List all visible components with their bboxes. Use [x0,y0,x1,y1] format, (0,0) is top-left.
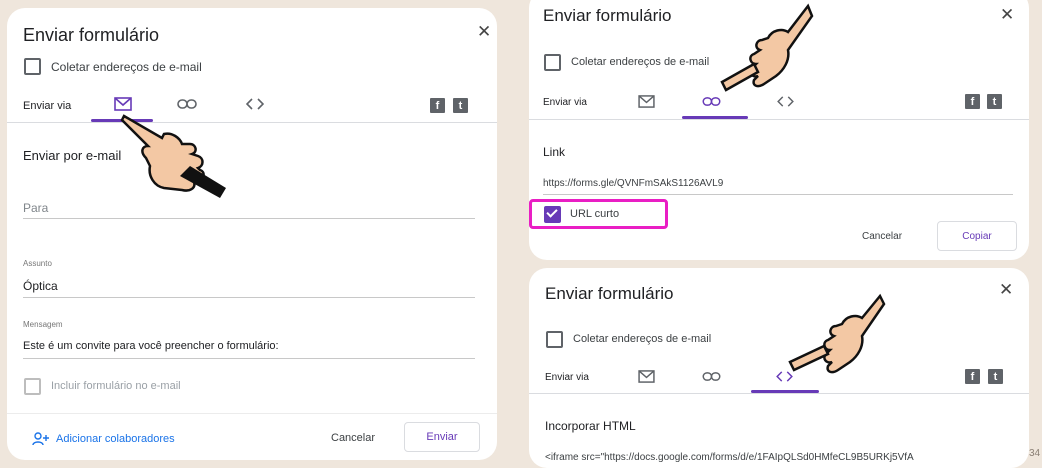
tab-email[interactable] [626,365,666,387]
dialog-title: Enviar formulário [23,25,160,45]
twitter-icon[interactable]: t [987,94,1002,109]
send-form-dialog-email: Enviar formulário ✕ Coletar endereços de… [7,8,497,460]
send-via-label: Enviar via [545,372,589,383]
code-brackets-icon [776,95,794,107]
close-icon[interactable]: ✕ [1000,5,1014,25]
subject-field-underline [23,297,475,298]
subject-field[interactable]: Óptica [23,279,58,293]
footer-divider [7,413,497,414]
collect-emails-checkbox[interactable] [544,54,561,71]
tab-link[interactable] [691,365,731,387]
page-number: 34 [1029,448,1041,459]
link-icon [702,371,720,381]
pointing-hand-icon [120,114,226,198]
close-icon[interactable]: ✕ [477,22,491,42]
facebook-icon[interactable]: f [965,369,980,384]
to-field-underline [23,218,475,219]
copy-button[interactable]: Copiar [937,221,1017,251]
include-form-label: Incluir formulário no e-mail [51,380,181,392]
link-url-field[interactable]: https://forms.gle/QVNFmSAkS1126AVL9 [543,178,723,189]
dialog-title: Enviar formulário [545,284,674,303]
person-add-icon [32,432,49,446]
tabs-divider [529,393,1029,394]
tab-embed[interactable] [235,93,275,115]
short-url-label: URL curto [570,208,620,220]
include-form-checkbox[interactable] [24,378,41,395]
envelope-icon [114,97,132,111]
collect-emails-label: Coletar endereços de e-mail [573,333,712,345]
envelope-icon [637,369,655,383]
message-field[interactable]: Este é um convite para você preencher o … [23,340,279,352]
section-title: Enviar por e-mail [23,148,122,163]
tabs-divider [529,119,1029,120]
send-form-dialog-embed: Enviar formulário ✕ Coletar endereços de… [529,268,1029,468]
collect-emails-label: Coletar endereços de e-mail [571,56,710,68]
short-url-checkbox[interactable] [544,206,561,223]
twitter-icon[interactable]: t [988,369,1003,384]
cancel-button[interactable]: Cancelar [862,231,902,242]
section-title: Link [543,145,566,159]
facebook-icon[interactable]: f [965,94,980,109]
facebook-icon[interactable]: f [430,98,445,113]
pointing-hand-icon [720,3,814,92]
link-icon [177,99,197,109]
collect-emails-checkbox[interactable] [546,331,563,348]
send-via-label: Enviar via [23,100,72,112]
collect-emails-checkbox[interactable] [24,58,41,75]
dialog-title: Enviar formulário [543,6,672,25]
code-brackets-icon [246,98,264,110]
message-field-underline [23,358,475,359]
pointing-hand-icon [788,293,886,374]
link-icon [702,96,720,106]
to-field[interactable]: Para [23,201,48,215]
tabs-divider [7,122,497,123]
collect-emails-label: Coletar endereços de e-mail [51,60,202,74]
add-collaborators-label: Adicionar colaboradores [56,433,175,445]
add-collaborators-button[interactable]: Adicionar colaboradores [32,432,175,446]
close-icon[interactable]: ✕ [999,280,1013,300]
message-label: Mensagem [23,320,63,329]
twitter-icon[interactable]: t [453,98,468,113]
embed-code-field[interactable]: <iframe src="https://docs.google.com/for… [545,452,1011,463]
tab-email[interactable] [626,90,666,112]
envelope-icon [637,94,655,108]
send-button[interactable]: Enviar [404,422,480,452]
link-field-underline [543,194,1013,195]
checkmark-icon [546,206,558,218]
send-via-label: Enviar via [543,97,587,108]
subject-label: Assunto [23,259,52,268]
cancel-button[interactable]: Cancelar [331,432,375,444]
section-title: Incorporar HTML [545,419,636,433]
